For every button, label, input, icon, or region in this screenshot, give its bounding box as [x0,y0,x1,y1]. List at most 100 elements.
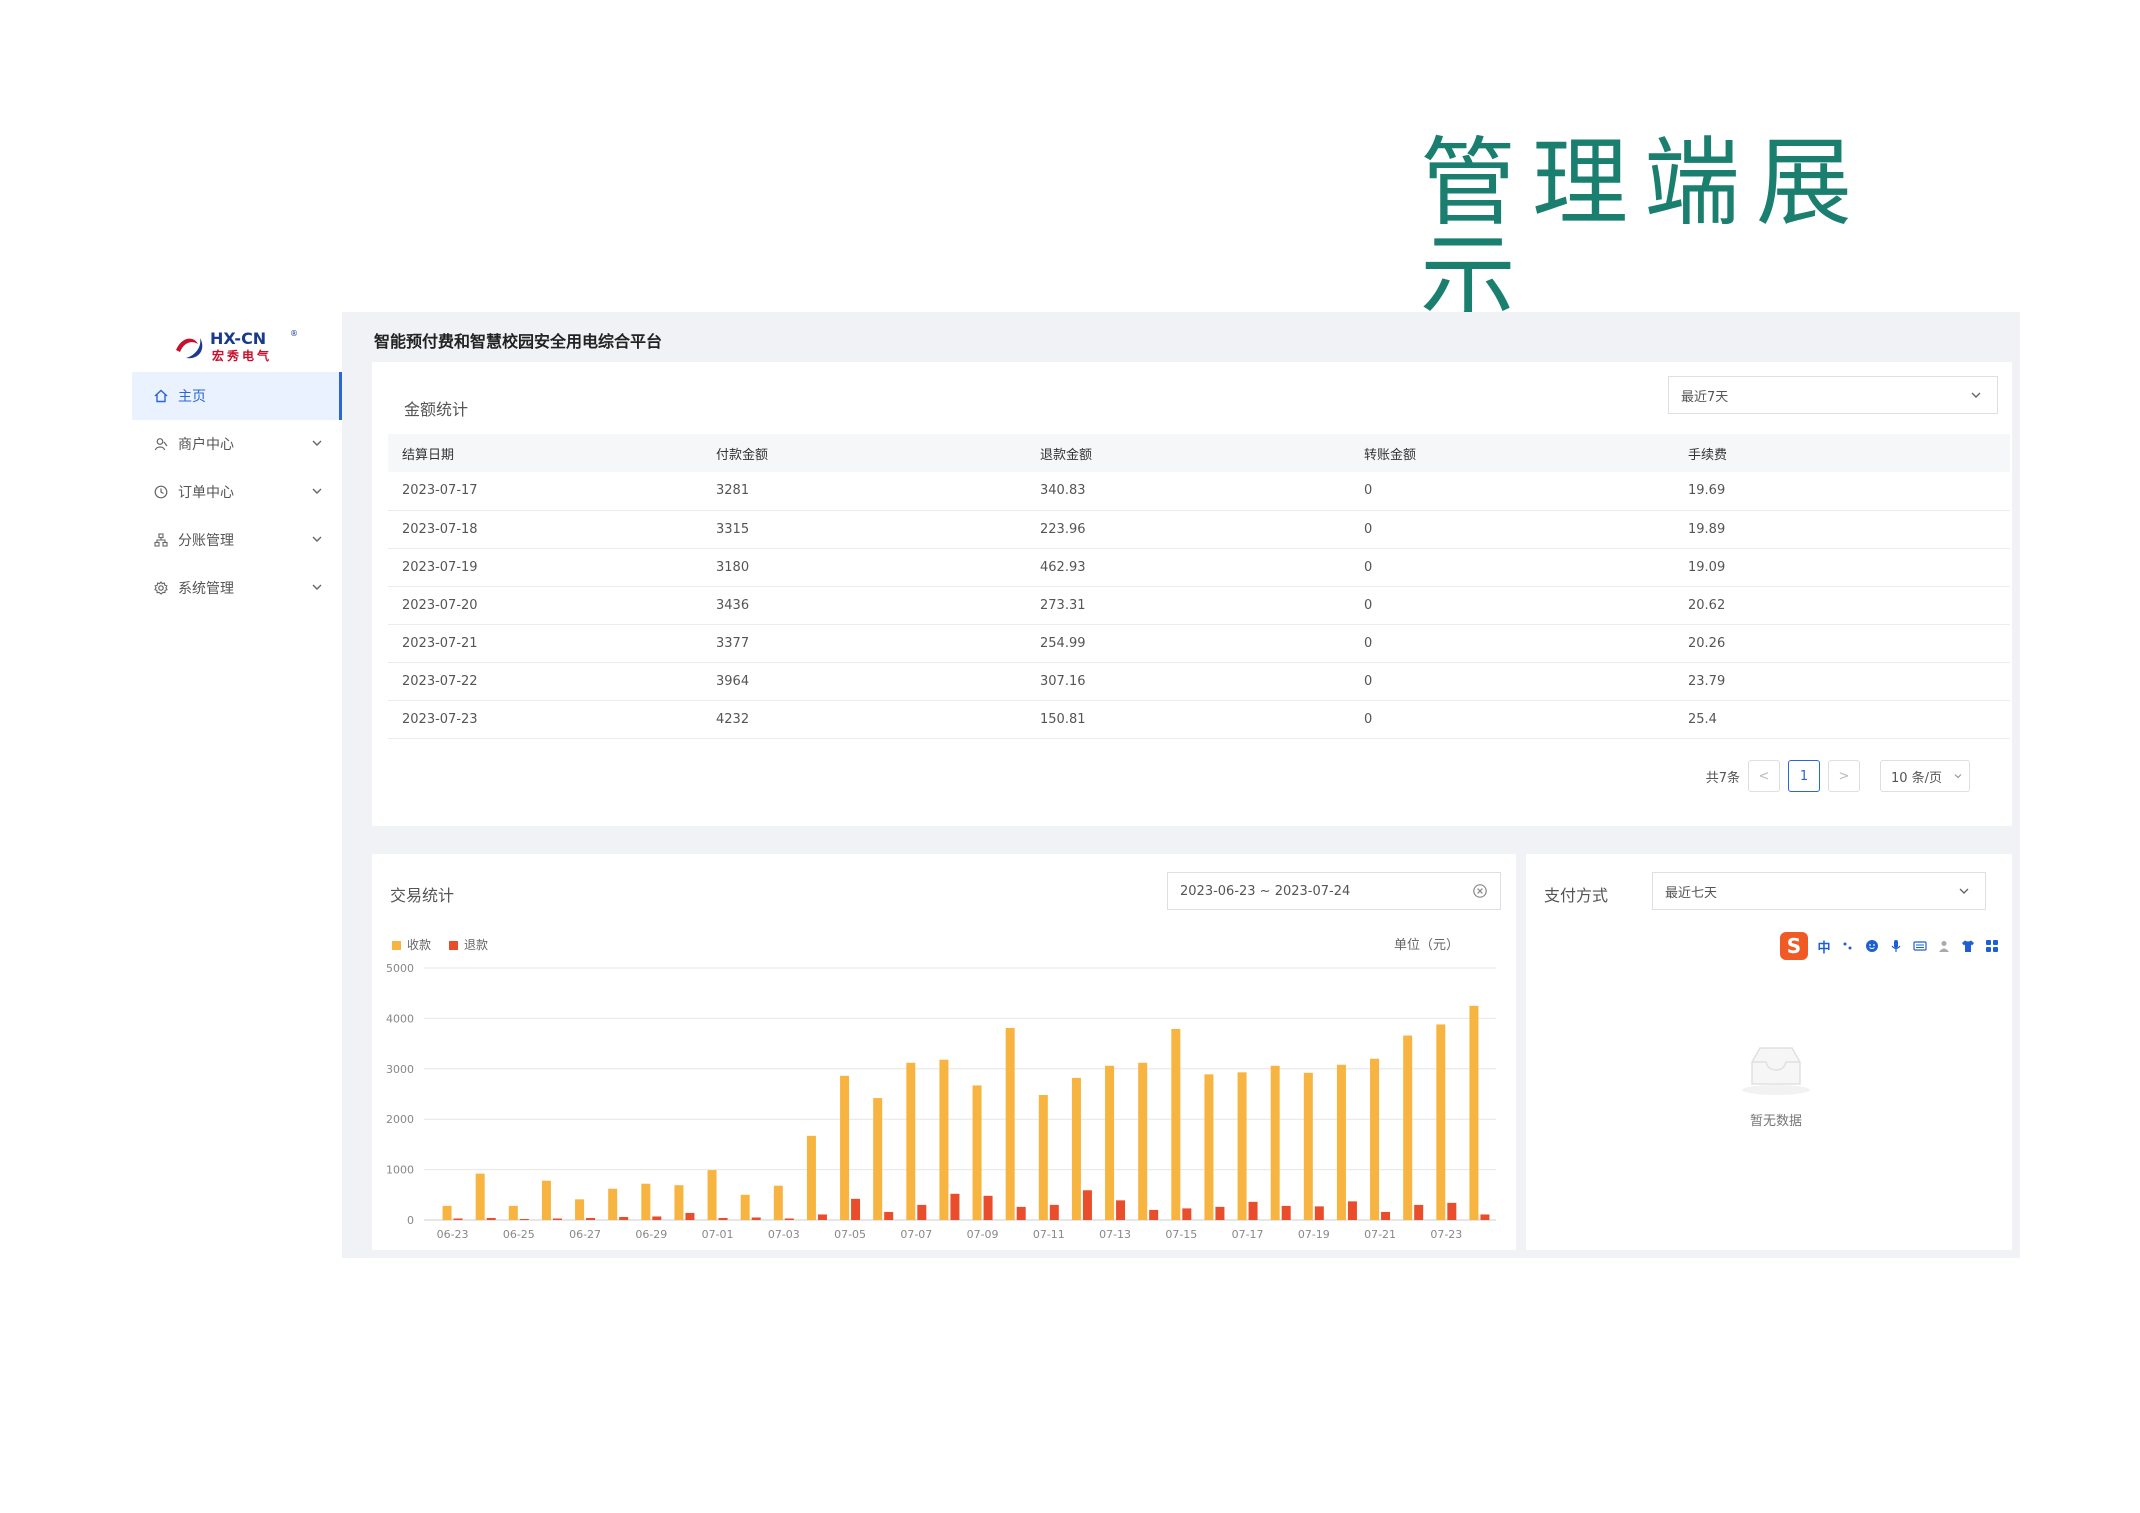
bar-refund[interactable] [486,1217,496,1220]
bar-income[interactable] [906,1062,916,1220]
table-row[interactable]: 2023-07-22 3964 307.16 0 23.79 [388,662,2010,701]
bar-refund[interactable] [1281,1205,1291,1220]
bar-refund[interactable] [685,1212,695,1220]
bar-income[interactable] [939,1059,949,1220]
sidebar-item-system-settings[interactable]: 系统管理 [132,564,342,612]
amount-period-select[interactable]: 最近7天 [1668,376,1998,414]
bar-refund[interactable] [1149,1209,1159,1220]
clear-circle-icon[interactable] [1472,883,1488,899]
pagination-size-select[interactable]: 10 条/页 [1880,760,1970,792]
bar-refund[interactable] [453,1218,463,1220]
sidebar-item-order-center[interactable]: 订单中心 [132,468,342,516]
column-header[interactable]: 手续费 [1674,434,2010,472]
bar-refund[interactable] [950,1193,960,1220]
bar-income[interactable] [1270,1065,1280,1220]
bar-refund[interactable] [1381,1211,1391,1220]
bar-refund[interactable] [1016,1206,1026,1220]
bar-refund[interactable] [652,1216,662,1220]
bar-refund[interactable] [619,1216,629,1220]
emoji-icon[interactable] [1864,938,1880,954]
bar-refund[interactable] [1182,1208,1192,1220]
bar-income[interactable] [1005,1027,1015,1220]
bar-income[interactable] [1370,1058,1380,1220]
bar-refund[interactable] [1447,1202,1457,1220]
bar-income[interactable] [541,1180,551,1220]
skin-shirt-icon[interactable] [1960,938,1976,954]
keyboard-icon[interactable] [1912,938,1928,954]
user-icon[interactable] [1936,938,1952,954]
table-row[interactable]: 2023-07-19 3180 462.93 0 19.09 [388,548,2010,587]
bar-refund[interactable] [1414,1204,1424,1220]
bar-refund[interactable] [1314,1206,1324,1220]
punctuation-icon[interactable] [1840,938,1856,954]
bar-refund[interactable] [983,1195,993,1220]
bar-income[interactable] [641,1183,651,1220]
bar-refund[interactable] [751,1217,761,1220]
bar-income[interactable] [840,1075,850,1220]
pagination-prev-button[interactable]: < [1748,760,1780,792]
bar-income[interactable] [1436,1024,1446,1220]
bar-income[interactable] [972,1085,982,1220]
bar-income[interactable] [442,1205,452,1220]
bar-income[interactable] [674,1185,684,1220]
bar-income[interactable] [1303,1072,1313,1220]
ime-mode-toggle[interactable]: 中 [1816,938,1832,956]
sidebar-item-split-account[interactable]: 分账管理 [132,516,342,564]
bar-income[interactable] [1138,1062,1148,1220]
bar-refund[interactable] [784,1218,794,1220]
bar-income[interactable] [1237,1072,1247,1220]
bar-income[interactable] [707,1170,717,1220]
bar-refund[interactable] [1248,1201,1258,1220]
bar-income[interactable] [1071,1077,1081,1220]
microphone-icon[interactable] [1888,938,1904,954]
bar-refund[interactable] [884,1211,894,1220]
date-range-picker[interactable]: 2023-06-23 ~ 2023-07-24 [1167,872,1501,910]
bar-refund[interactable] [851,1198,861,1220]
bar-refund[interactable] [1347,1201,1357,1220]
bar-income[interactable] [1038,1095,1048,1220]
sidebar-item-home[interactable]: 主页 [132,372,342,420]
column-header[interactable]: 结算日期 [388,434,702,472]
brand-logo[interactable]: HX-CN ® 宏秀电气 [172,326,312,366]
bar-refund[interactable] [1082,1190,1092,1220]
column-header[interactable]: 转账金额 [1350,434,1674,472]
table-row[interactable]: 2023-07-21 3377 254.99 0 20.26 [388,624,2010,663]
sidebar-item-merchant-center[interactable]: 商户中心 [132,420,342,468]
payment-period-select[interactable]: 最近七天 [1652,872,1986,910]
table-row[interactable]: 2023-07-23 4232 150.81 0 25.4 [388,700,2010,739]
bar-income[interactable] [1336,1064,1346,1220]
trade-stats-card: 交易统计 2023-06-23 ~ 2023-07-24 收款 退款 单位（元）… [372,854,1516,1250]
bar-income[interactable] [475,1173,485,1220]
bar-refund[interactable] [1480,1214,1490,1220]
table-row[interactable]: 2023-07-20 3436 273.31 0 20.62 [388,586,2010,625]
bar-refund[interactable] [552,1218,562,1220]
bar-refund[interactable] [1116,1200,1126,1220]
bar-refund[interactable] [1215,1206,1225,1220]
bar-income[interactable] [740,1194,750,1220]
pagination-next-button[interactable]: > [1828,760,1860,792]
bar-refund[interactable] [817,1214,827,1220]
bar-refund[interactable] [718,1217,728,1220]
bar-income[interactable] [1403,1035,1413,1220]
bar-income[interactable] [1105,1065,1115,1220]
bar-refund[interactable] [519,1218,529,1220]
bar-income[interactable] [1469,1005,1479,1220]
bar-refund[interactable] [1049,1204,1059,1220]
column-header[interactable]: 退款金额 [1026,434,1350,472]
bar-income[interactable] [608,1188,618,1220]
bar-income[interactable] [1204,1074,1214,1220]
table-row[interactable]: 2023-07-18 3315 223.96 0 19.89 [388,510,2010,549]
bar-refund[interactable] [586,1217,596,1220]
toolbox-grid-icon[interactable] [1984,938,2000,954]
ime-logo-icon[interactable]: S [1780,932,1808,960]
bar-income[interactable] [508,1205,518,1220]
table-row[interactable]: 2023-07-17 3281 340.83 0 19.69 [388,472,2010,511]
pagination-page-button[interactable]: 1 [1788,760,1820,792]
bar-refund[interactable] [917,1204,927,1220]
bar-income[interactable] [773,1185,783,1220]
column-header[interactable]: 付款金额 [702,434,1026,472]
bar-income[interactable] [806,1135,816,1220]
bar-income[interactable] [575,1199,585,1220]
bar-income[interactable] [1171,1028,1181,1220]
bar-income[interactable] [873,1098,883,1220]
